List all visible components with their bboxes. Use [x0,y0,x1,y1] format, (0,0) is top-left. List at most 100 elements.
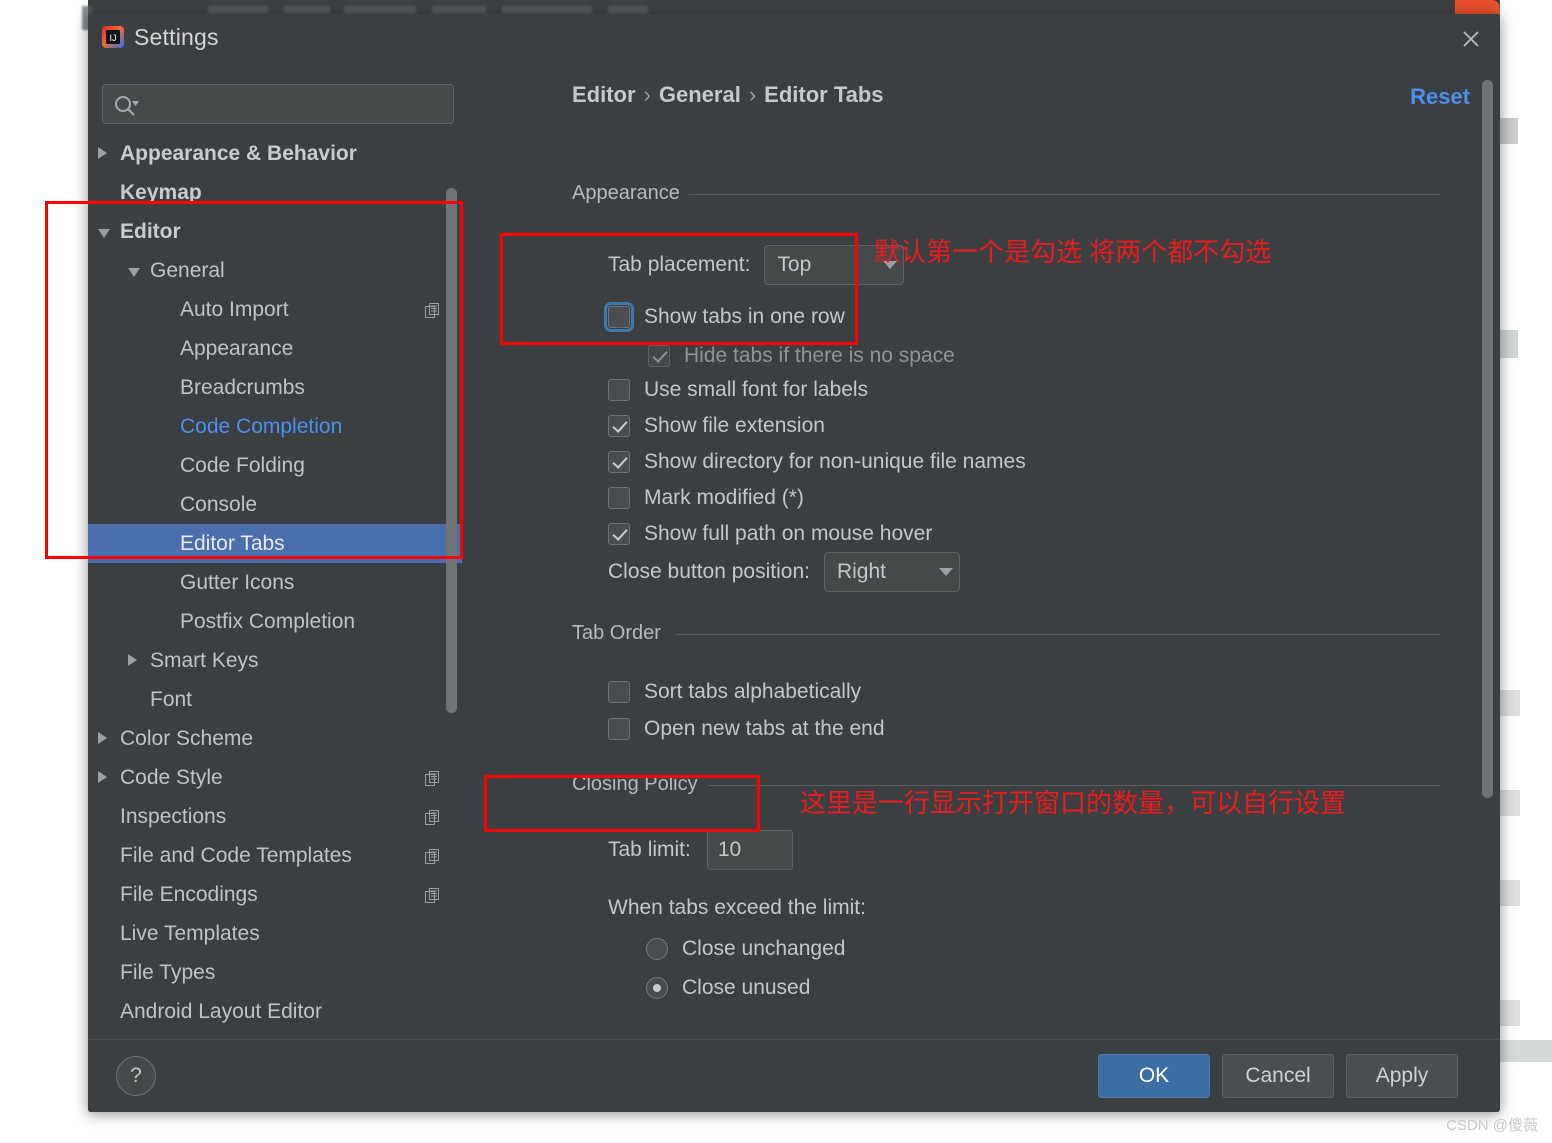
sidebar-item-label: Code Style [120,765,223,789]
ide-ghost-fragment [1500,118,1518,144]
close-button-position-select[interactable]: Right [823,552,960,592]
close-button-position-value: Right [836,560,886,583]
hide-tabs-no-space-label: Hide tabs if there is no space [684,344,955,367]
sidebar-item-color-scheme[interactable]: Color Scheme [88,719,462,758]
group-divider-tab-order [675,634,1441,635]
sort-tabs-alphabetically-row[interactable]: Sort tabs alphabetically [608,680,861,704]
copy-settings-icon[interactable] [425,847,440,864]
hide-tabs-no-space-checkbox[interactable] [648,345,670,367]
sidebar-item-android-layout-editor[interactable]: Android Layout Editor [88,992,462,1031]
chevron-right-icon[interactable] [98,147,107,159]
sidebar-item-editor[interactable]: Editor [88,212,462,251]
settings-tree[interactable]: Appearance & Behavior Keymap Editor General… [88,134,462,1040]
use-small-font-row[interactable]: Use small font for labels [608,378,868,402]
close-unused-row[interactable]: Close unused [646,976,810,1000]
dialog-titlebar: IJ Settings [88,14,1500,60]
sort-tabs-alphabetically-checkbox[interactable] [608,681,630,703]
search-box[interactable] [102,84,454,125]
copy-settings-icon[interactable] [425,886,440,903]
show-tabs-one-row-checkbox[interactable] [604,302,634,332]
mark-modified-checkbox[interactable] [608,487,630,509]
chevron-right-icon[interactable] [98,771,107,783]
ide-ghost-fragment [1500,1000,1520,1026]
sidebar-item-gutter-icons[interactable]: Gutter Icons [88,563,462,602]
search-input[interactable] [147,85,451,125]
use-small-font-checkbox[interactable] [608,379,630,401]
show-file-extension-checkbox[interactable] [608,415,630,437]
help-button[interactable]: ? [116,1056,156,1096]
sidebar-item-code-style[interactable]: Code Style [88,758,462,797]
sidebar-item-code-folding[interactable]: Code Folding [88,446,462,485]
show-full-path-row[interactable]: Show full path on mouse hover [608,522,932,546]
sidebar-item-appearance-behavior[interactable]: Appearance & Behavior [88,134,462,173]
breadcrumb-part-general[interactable]: General [659,82,741,107]
close-icon[interactable] [1458,26,1484,52]
content-scrollbar-track[interactable] [1482,60,1496,1040]
open-new-tabs-at-end-checkbox[interactable] [608,718,630,740]
reset-link[interactable]: Reset [1410,84,1470,110]
show-full-path-checkbox[interactable] [608,523,630,545]
sidebar-item-font[interactable]: Font [88,680,462,719]
show-tabs-one-row-row[interactable]: Show tabs in one row [604,302,845,332]
group-label-closing-policy: Closing Policy [572,773,708,796]
sidebar-item-breadcrumbs[interactable]: Breadcrumbs [88,368,462,407]
show-file-extension-row[interactable]: Show file extension [608,414,825,438]
sidebar-item-postfix-completion[interactable]: Postfix Completion [88,602,462,641]
use-small-font-label: Use small font for labels [644,378,869,401]
chevron-right-icon[interactable] [128,654,137,666]
ide-ghost-fragment [1500,330,1518,358]
sidebar-item-keymap[interactable]: Keymap [88,173,462,212]
tab-limit-input[interactable] [706,830,793,870]
copy-settings-icon[interactable] [425,769,440,786]
close-unused-radio[interactable] [646,977,668,999]
close-unused-label: Close unused [682,976,811,999]
ide-ghost-fragment [1500,690,1520,716]
sidebar-item-code-completion[interactable]: Code Completion [88,407,462,446]
breadcrumb-part-editor-tabs: Editor Tabs [764,82,884,107]
sidebar-item-file-encodings[interactable]: File Encodings [88,875,462,914]
hide-tabs-no-space-row[interactable]: Hide tabs if there is no space [648,344,955,368]
sidebar-item-inspections[interactable]: Inspections [88,797,462,836]
sidebar-item-smart-keys[interactable]: Smart Keys [88,641,462,680]
sidebar-item-file-and-code-templates[interactable]: File and Code Templates [88,836,462,875]
copy-settings-icon[interactable] [425,808,440,825]
group-label-appearance: Appearance [572,182,690,205]
dialog-footer: ? OK Cancel Apply [88,1039,1500,1112]
when-tabs-exceed-label: When tabs exceed the limit: [608,896,866,919]
show-directory-checkbox[interactable] [608,451,630,473]
sidebar-item-file-types[interactable]: File Types [88,953,462,992]
sidebar-scrollbar-track[interactable] [446,134,460,1040]
mark-modified-row[interactable]: Mark modified (*) [608,486,804,510]
sidebar-item-label: Auto Import [180,297,289,321]
close-unchanged-row[interactable]: Close unchanged [646,937,845,961]
chevron-right-icon[interactable] [98,732,107,744]
copy-settings-icon[interactable] [425,301,440,318]
sidebar-item-label: Smart Keys [150,648,259,672]
mark-modified-label: Mark modified (*) [644,486,804,509]
sidebar-item-editor-tabs[interactable]: Editor Tabs [88,524,462,563]
sidebar-item-appearance[interactable]: Appearance [88,329,462,368]
ide-ghost-fragment [1500,790,1520,816]
show-directory-row[interactable]: Show directory for non-unique file names [608,450,1026,474]
chevron-down-icon[interactable] [128,268,140,277]
content-scrollbar-thumb[interactable] [1482,80,1493,798]
apply-button[interactable]: Apply [1346,1054,1458,1098]
breadcrumb: Editor › General › Editor Tabs [572,82,884,108]
ok-button[interactable]: OK [1098,1054,1210,1098]
chevron-down-icon[interactable] [98,229,110,238]
sidebar-item-label: Appearance & Behavior [120,141,357,165]
open-new-tabs-at-end-row[interactable]: Open new tabs at the end [608,717,885,741]
sidebar-scrollbar-thumb[interactable] [446,188,457,713]
sidebar-item-live-templates[interactable]: Live Templates [88,914,462,953]
breadcrumb-part-editor[interactable]: Editor [572,82,636,107]
sidebar-item-label: Appearance [180,336,294,360]
sidebar-item-label: Postfix Completion [180,609,356,633]
sidebar-item-label: Live Templates [120,921,260,945]
sidebar-item-console[interactable]: Console [88,485,462,524]
sidebar-item-label: Keymap [120,180,202,204]
cancel-button[interactable]: Cancel [1222,1054,1334,1098]
ide-ghost-fragment [1500,880,1520,906]
close-unchanged-radio[interactable] [646,938,668,960]
sidebar-item-auto-import[interactable]: Auto Import [88,290,462,329]
sidebar-item-general[interactable]: General [88,251,462,290]
